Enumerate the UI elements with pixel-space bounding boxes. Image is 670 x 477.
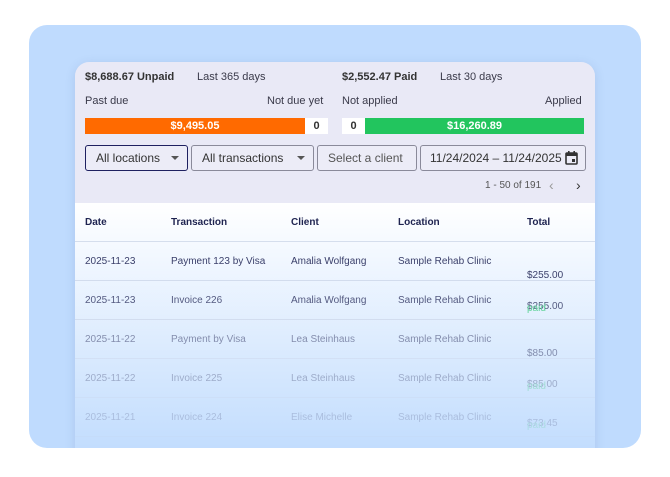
transactions-table: Date Transaction Client Location Total 2… <box>75 203 595 448</box>
cell-transaction: Invoice 225 <box>171 373 223 384</box>
table-header: Date Transaction Client Location Total <box>75 203 595 242</box>
status-badge: paid <box>527 303 546 314</box>
total-amount: $85.00 <box>527 348 558 359</box>
cell-client: Amalia Wolfgang <box>291 295 367 306</box>
location-select[interactable]: All locations <box>85 145 188 171</box>
cell-transaction: Invoice 224 <box>171 412 223 423</box>
past-due-bar: $9,495.05 <box>85 118 305 134</box>
date-range-value: 11/24/2024 – 11/24/2025 <box>430 151 562 165</box>
header-date[interactable]: Date <box>85 217 107 228</box>
cell-client: Elise Michelle <box>291 412 353 423</box>
cell-client: Amalia Wolfgang <box>291 256 367 267</box>
paid-total: $2,552.47 Paid <box>342 71 418 83</box>
client-placeholder: Select a client <box>328 151 403 165</box>
cell-date: 2025-11-23 <box>85 295 136 306</box>
cell-location: Sample Rehab Clinic <box>398 256 492 267</box>
table-row[interactable]: 2025-11-22 Invoice 225 Lea Steinhaus Sample… <box>75 359 595 398</box>
cell-date: 2025-11-22 <box>85 373 136 384</box>
cell-transaction: Payment by Visa <box>171 334 246 345</box>
paid-period: Last 30 days <box>440 71 503 83</box>
pagination-text: 1 - 50 of 191 <box>485 180 542 191</box>
transactions-select[interactable]: All transactions <box>191 145 314 171</box>
chevron-down-icon <box>171 156 179 160</box>
status-badge: paid <box>527 381 546 392</box>
prev-page-icon[interactable]: ‹ <box>549 177 554 193</box>
past-due-label: Past due <box>85 95 129 107</box>
cell-date: 2025-11-23 <box>85 256 136 267</box>
not-due-bar: 0 <box>305 118 328 134</box>
applied-label: Applied <box>545 95 582 107</box>
cell-client: Lea Steinhaus <box>291 334 355 345</box>
cell-client: Lea Steinhaus <box>291 373 355 384</box>
header-client[interactable]: Client <box>291 217 319 228</box>
not-due-label: Not due yet <box>267 95 324 107</box>
transactions-card: $8,688.67 Unpaid Last 365 days $2,552.47… <box>75 62 595 448</box>
cell-transaction: Invoice 226 <box>171 295 223 306</box>
cell-location: Sample Rehab Clinic <box>398 334 492 345</box>
background-panel: $8,688.67 Unpaid Last 365 days $2,552.47… <box>29 25 641 448</box>
not-applied-label: Not applied <box>342 95 398 107</box>
table-row[interactable]: 2025-11-23 Payment 123 by Visa Amalia Wolf… <box>75 242 595 281</box>
not-applied-bar: 0 <box>342 118 365 134</box>
cell-location: Sample Rehab Clinic <box>398 412 492 423</box>
location-select-value: All locations <box>96 151 161 165</box>
header-total[interactable]: Total <box>527 217 550 228</box>
total-amount: $255.00 <box>527 270 564 281</box>
table-row[interactable]: 2025-11-21 Invoice 224 Elise Michelle Sampl… <box>75 398 595 437</box>
chevron-down-icon <box>297 156 305 160</box>
status-badge: paid <box>527 420 546 431</box>
calendar-icon[interactable] <box>565 151 578 165</box>
header-transaction[interactable]: Transaction <box>171 217 227 228</box>
table-row[interactable]: 2025-11-22 Payment by Visa Lea Steinhaus Sa… <box>75 320 595 359</box>
cell-location: Sample Rehab Clinic <box>398 373 492 384</box>
transactions-select-value: All transactions <box>202 151 284 165</box>
next-page-icon[interactable]: › <box>576 177 581 193</box>
client-select[interactable]: Select a client <box>317 145 417 171</box>
cell-transaction: Payment 123 by Visa <box>171 256 266 267</box>
summary-section: $8,688.67 Unpaid Last 365 days $2,552.47… <box>75 62 595 203</box>
unpaid-total: $8,688.67 Unpaid <box>85 71 175 83</box>
date-range-input[interactable]: 11/24/2024 – 11/24/2025 <box>420 145 586 171</box>
unpaid-period: Last 365 days <box>197 71 266 83</box>
applied-bar: $16,260.89 <box>365 118 584 134</box>
cell-date: 2025-11-22 <box>85 334 136 345</box>
table-row[interactable]: 2025-11-23 Invoice 226 Amalia Wolfgang Samp… <box>75 281 595 320</box>
cell-date: 2025-11-21 <box>85 412 136 423</box>
cell-location: Sample Rehab Clinic <box>398 295 492 306</box>
header-location[interactable]: Location <box>398 217 440 228</box>
